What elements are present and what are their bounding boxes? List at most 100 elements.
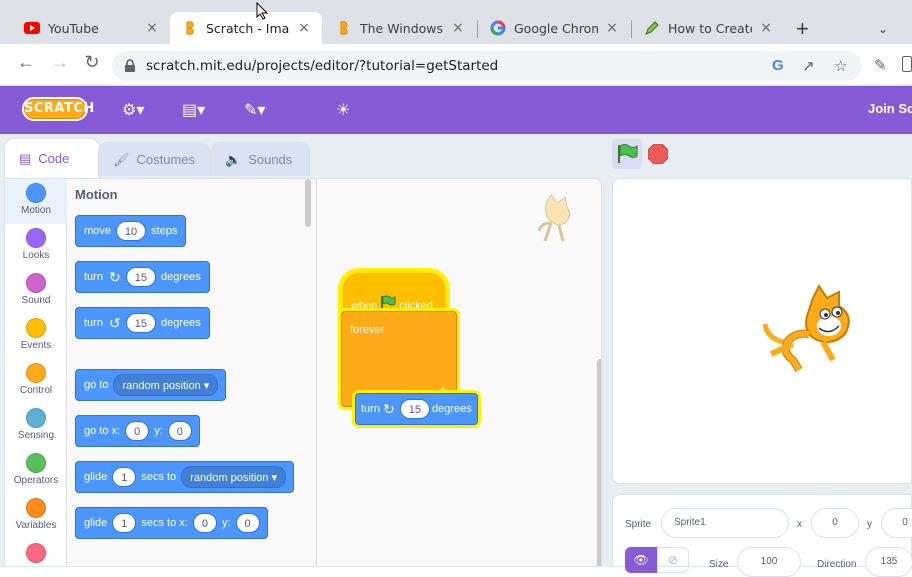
- block-when-flag-clicked[interactable]: when clicked: [341, 271, 447, 315]
- rotate-right-icon: ↻: [382, 400, 395, 417]
- reload-icon[interactable]: ↻: [80, 52, 104, 73]
- stage-header: [612, 134, 912, 178]
- code-panel: Motion Looks Sound Events Control Sensin…: [4, 178, 602, 567]
- stop-button[interactable]: [647, 143, 669, 165]
- category-label: Looks: [22, 250, 50, 261]
- settings-gear-icon[interactable]: ⚙▾: [122, 100, 144, 120]
- y-input[interactable]: 0: [167, 421, 192, 441]
- y-input[interactable]: 0: [235, 513, 260, 533]
- category-dot: [26, 498, 46, 518]
- goto-target-dropdown[interactable]: random position ▾: [113, 374, 219, 396]
- category-label: Control: [19, 385, 53, 396]
- hide-sprite-eye-off-icon[interactable]: ⊘: [657, 547, 689, 573]
- side-panel-icon[interactable]: [902, 56, 912, 72]
- bookmark-star-icon[interactable]: ☆: [834, 57, 847, 75]
- steps-input[interactable]: 10: [115, 221, 147, 241]
- tab-search-chevron-icon[interactable]: ⌄: [878, 22, 888, 36]
- tab-sounds-label: Sounds: [248, 152, 293, 167]
- back-arrow-icon[interactable]: ←: [14, 52, 38, 73]
- browser-tab-youtube[interactable]: YouTube ×: [12, 12, 170, 44]
- file-menu-icon[interactable]: ▤▾: [182, 100, 205, 120]
- sprite-name-input[interactable]: Sprite1: [661, 508, 789, 538]
- tab-code-label: Code: [38, 151, 70, 166]
- block-text: secs to: [141, 471, 177, 483]
- x-position-input[interactable]: 0: [811, 508, 859, 538]
- degrees-input[interactable]: 15: [125, 267, 156, 287]
- block-glide-to[interactable]: glide 1 secs to random position ▾: [75, 461, 295, 493]
- browser-tab-scratch[interactable]: Scratch - Imagin ×: [170, 12, 322, 44]
- green-flag-icon: [618, 144, 638, 163]
- scratch-icon: [182, 20, 198, 36]
- scratch-menu-bar: SCRATCH ⚙▾ ▤▾ ✎▾ ☀ Join Scratch: [0, 86, 912, 134]
- block-turn-left[interactable]: turn ↺ 15 degrees: [75, 307, 210, 339]
- category-events[interactable]: Events: [5, 314, 67, 359]
- scratch-editor: ▤ Code 🖌 Costumes 🔈 Sounds Motion Looks Sou…: [0, 134, 912, 577]
- category-my-blocks[interactable]: [5, 539, 67, 566]
- show-sprite-eye-icon[interactable]: 👁: [625, 547, 657, 573]
- scratch-logo[interactable]: SCRATCH: [22, 97, 94, 121]
- block-text: degrees: [160, 317, 201, 329]
- category-motion[interactable]: Motion: [5, 179, 67, 224]
- url-text[interactable]: scratch.mit.edu/projects/editor/?tutoria…: [146, 58, 498, 74]
- tutorials-lightbulb-icon[interactable]: ☀: [336, 100, 350, 120]
- block-turn-right[interactable]: turn ↻ 15 degrees: [75, 261, 210, 293]
- category-operators[interactable]: Operators: [5, 449, 67, 494]
- category-dot: [26, 543, 46, 563]
- degrees-input[interactable]: 15: [399, 399, 430, 419]
- green-flag-button[interactable]: [612, 139, 642, 169]
- secs-input[interactable]: 1: [112, 467, 137, 487]
- category-sound[interactable]: Sound: [5, 269, 67, 314]
- category-sensing[interactable]: Sensing: [5, 404, 67, 449]
- browser-tab-windows-video[interactable]: The Windows Vid ×: [324, 12, 476, 44]
- direction-input[interactable]: 135: [865, 547, 912, 577]
- palette-scrollbar[interactable]: [305, 179, 311, 227]
- join-scratch-link[interactable]: Join Scratch: [868, 101, 912, 116]
- share-icon[interactable]: ↗: [802, 57, 815, 75]
- tab-sounds[interactable]: 🔈 Sounds: [210, 142, 310, 176]
- close-tab-icon[interactable]: ×: [758, 20, 774, 36]
- secs-input[interactable]: 1: [112, 513, 137, 533]
- block-go-to[interactable]: go to random position ▾: [75, 369, 227, 401]
- y-position-input[interactable]: 0: [881, 508, 912, 538]
- address-bar[interactable]: scratch.mit.edu/projects/editor/?tutoria…: [112, 51, 862, 81]
- browser-tab-strip: YouTube × Scratch - Imagin × The Windows…: [0, 0, 912, 44]
- script-area-scrollbar[interactable]: [597, 359, 601, 566]
- script-area[interactable]: when clicked forever ⤴ turn ↻ 15 degrees: [317, 179, 601, 566]
- block-go-to-xy[interactable]: go to x: 0 y: 0: [75, 415, 200, 447]
- dropdown-value: random position: [190, 472, 269, 484]
- block-move-steps[interactable]: move 10 steps: [75, 215, 187, 247]
- forward-arrow-icon[interactable]: →: [48, 52, 72, 73]
- category-variables[interactable]: Variables: [5, 494, 67, 539]
- new-tab-button[interactable]: +: [796, 18, 809, 40]
- extensions-puzzle-icon[interactable]: ✎: [874, 56, 887, 74]
- category-dot: [26, 183, 46, 203]
- stage[interactable]: [612, 178, 912, 484]
- youtube-icon: [24, 20, 40, 36]
- close-tab-icon[interactable]: ×: [296, 20, 312, 36]
- tab-costumes[interactable]: 🖌 Costumes: [98, 142, 210, 176]
- tab-code[interactable]: ▤ Code: [4, 138, 100, 178]
- close-tab-icon[interactable]: ×: [604, 20, 620, 36]
- edit-menu-icon[interactable]: ✎▾: [244, 100, 265, 120]
- x-input[interactable]: 0: [192, 513, 217, 533]
- code-blocks-icon: ▤: [19, 150, 32, 166]
- tab-title: Scratch - Imagin: [206, 20, 290, 36]
- x-input[interactable]: 0: [125, 421, 150, 441]
- google-icon: [490, 20, 506, 36]
- category-looks[interactable]: Looks: [5, 224, 67, 269]
- close-tab-icon[interactable]: ×: [450, 20, 466, 36]
- browser-tab-how-to-create[interactable]: How to Create a ×: [632, 12, 784, 44]
- sprite-name-label: Sprite: [625, 519, 652, 530]
- block-glide-xy[interactable]: glide 1 secs to x: 0 y: 0: [75, 507, 268, 539]
- block-turn-right-in-script[interactable]: turn ↻ 15 degrees: [355, 393, 478, 425]
- sprite-cat-icon[interactable]: [762, 284, 863, 381]
- glide-target-dropdown[interactable]: random position ▾: [181, 466, 287, 488]
- category-menu: Motion Looks Sound Events Control Sensin…: [5, 179, 67, 566]
- close-tab-icon[interactable]: ×: [144, 20, 160, 36]
- block-text: go to: [84, 379, 109, 391]
- browser-tab-google-chrome[interactable]: Google Chrome | ×: [478, 12, 630, 44]
- google-lens-icon[interactable]: G: [772, 57, 784, 74]
- category-control[interactable]: Control: [5, 359, 67, 404]
- degrees-input[interactable]: 15: [125, 313, 156, 333]
- size-input[interactable]: 100: [737, 547, 801, 577]
